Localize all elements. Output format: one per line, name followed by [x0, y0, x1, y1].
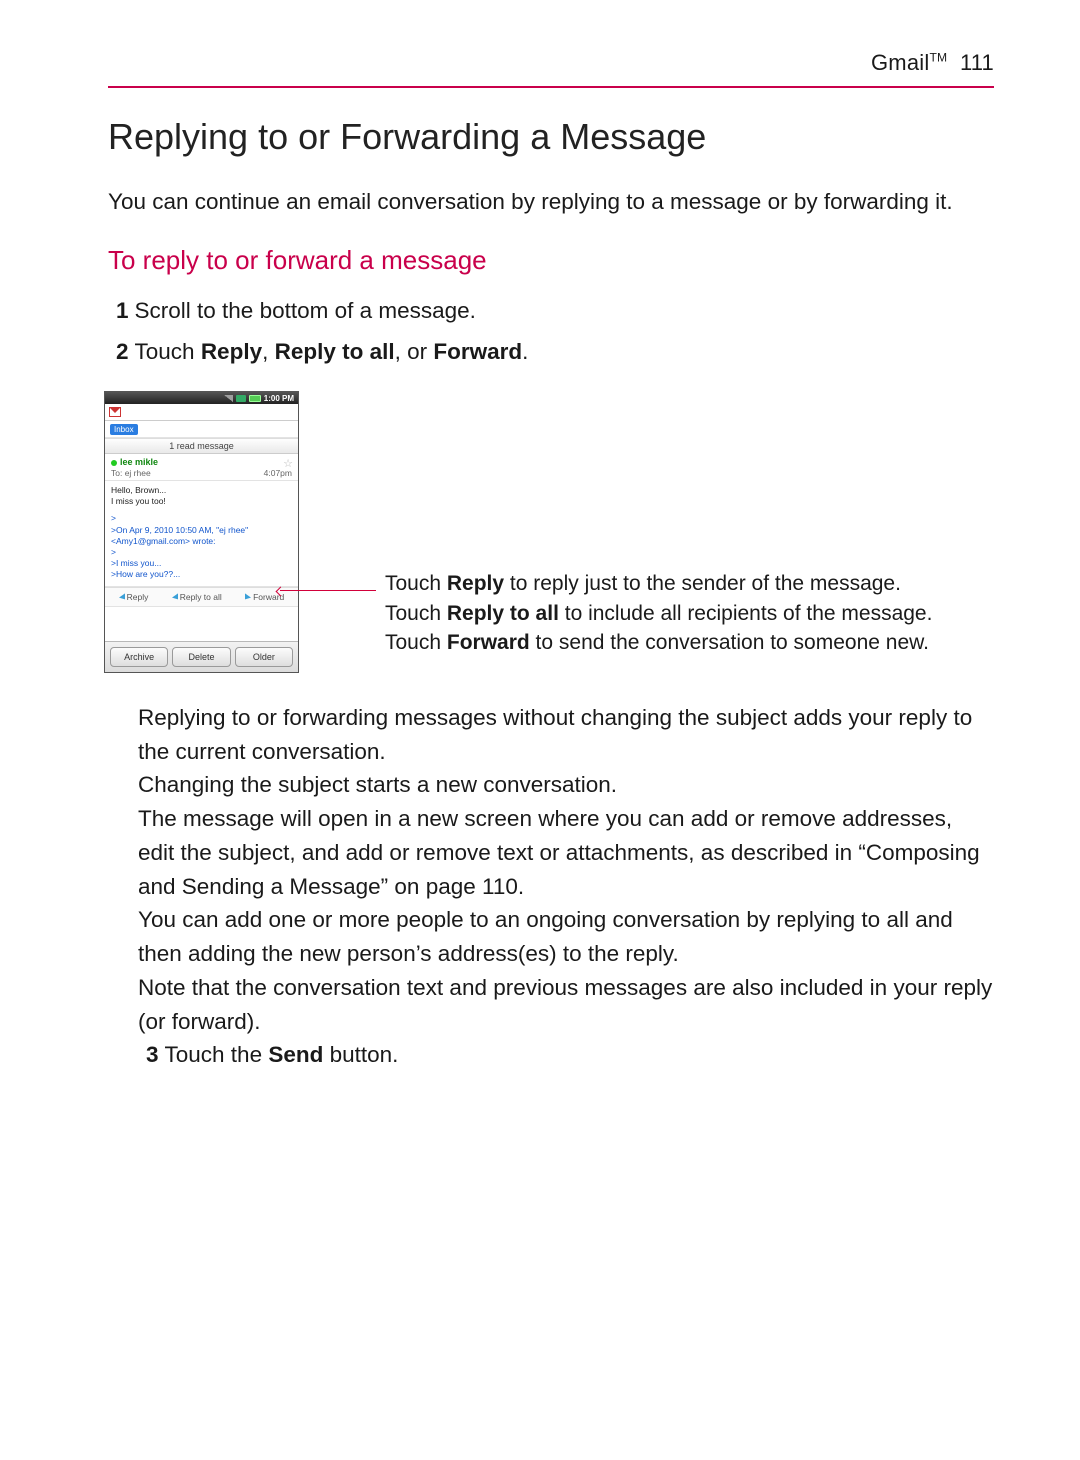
manual-page: GmailTM 111 Replying to or Forwarding a …	[0, 0, 1080, 1460]
trademark: TM	[929, 51, 947, 65]
inbox-label: Inbox	[110, 424, 138, 435]
gmail-icon	[109, 407, 121, 417]
intro-paragraph: You can continue an email conversation b…	[108, 186, 994, 219]
ui-term-send: Send	[268, 1042, 323, 1067]
battery-icon	[249, 395, 261, 402]
app-toolbar	[105, 404, 298, 421]
step-number: 1	[116, 298, 129, 323]
read-message-banner: 1 read message	[105, 438, 298, 454]
page-number: 111	[960, 50, 994, 75]
delete-button[interactable]: Delete	[172, 647, 230, 667]
body-paragraphs: Replying to or forwarding messages witho…	[108, 701, 994, 1072]
signal-icon	[224, 395, 233, 402]
subheading: To reply to or forward a message	[108, 245, 994, 276]
step-2: 2Touch Reply, Reply to all, or Forward.	[108, 335, 994, 370]
recipient-line: To: ej rhee	[111, 468, 151, 478]
body-paragraph: The message will open in a new screen wh…	[138, 802, 994, 903]
step-1: 1Scroll to the bottom of a message.	[108, 294, 994, 329]
quote-line: >I miss you...	[111, 558, 292, 569]
body-line: Hello, Brown...	[111, 485, 292, 496]
sender-name: lee mikle	[120, 457, 158, 467]
ui-term-reply-all: Reply to all	[275, 339, 395, 364]
ui-term-reply: Reply	[201, 339, 262, 364]
step-number: 3	[146, 1042, 159, 1067]
section-name: Gmail	[871, 50, 929, 75]
network-icon	[236, 395, 246, 402]
body-paragraph: Note that the conversation text and prev…	[138, 971, 994, 1039]
status-bar: 1:00 PM	[105, 392, 298, 404]
forward-icon	[245, 593, 251, 600]
bottom-button-bar: Archive Delete Older	[105, 641, 298, 672]
body-line: I miss you too!	[111, 496, 292, 507]
reply-icon	[119, 593, 125, 600]
figure-with-callout: 1:00 PM Inbox 1 read message ☆ lee mikle…	[104, 391, 994, 672]
body-paragraph: Replying to or forwarding messages witho…	[138, 701, 994, 769]
reply-all-button[interactable]: Reply to all	[172, 592, 222, 602]
message-body: Hello, Brown... I miss you too! > >On Ap…	[105, 481, 298, 586]
older-button[interactable]: Older	[235, 647, 293, 667]
star-icon: ☆	[283, 457, 293, 470]
callout-text: Touch Reply to reply just to the sender …	[385, 569, 932, 657]
step-3: 3Touch the Send button.	[138, 1038, 994, 1072]
step-text: Scroll to the bottom of a message.	[135, 298, 476, 323]
body-paragraph: You can add one or more people to an ong…	[138, 903, 994, 971]
reply-button[interactable]: Reply	[119, 592, 149, 602]
ui-term-forward: Forward	[447, 631, 530, 654]
phone-screenshot: 1:00 PM Inbox 1 read message ☆ lee mikle…	[104, 391, 299, 672]
running-header: GmailTM 111	[108, 50, 994, 88]
archive-button[interactable]: Archive	[110, 647, 168, 667]
reply-all-icon	[172, 593, 178, 600]
message-header: ☆ lee mikle To: ej rhee 4:07pm	[105, 454, 298, 481]
step-number: 2	[116, 339, 129, 364]
step-text: Touch	[135, 339, 201, 364]
empty-space	[105, 607, 298, 641]
quote-line: >How are you??...	[111, 569, 292, 580]
ui-term-reply: Reply	[447, 572, 504, 595]
callout-pointer-line	[280, 590, 376, 591]
page-title: Replying to or Forwarding a Message	[108, 116, 994, 158]
reply-actions-row: Reply Reply to all Forward	[105, 587, 298, 607]
quote-header: >On Apr 9, 2010 10:50 AM, "ej rhee" <Amy…	[111, 525, 292, 547]
presence-icon	[111, 460, 117, 466]
body-paragraph: Changing the subject starts a new conver…	[138, 768, 994, 802]
quoted-text: > >On Apr 9, 2010 10:50 AM, "ej rhee" <A…	[111, 513, 292, 579]
status-time: 1:00 PM	[264, 394, 294, 403]
step-list: 1Scroll to the bottom of a message. 2Tou…	[108, 294, 994, 370]
label-row: Inbox	[105, 421, 298, 438]
ui-term-reply-all: Reply to all	[447, 602, 559, 625]
ui-term-forward: Forward	[433, 339, 522, 364]
